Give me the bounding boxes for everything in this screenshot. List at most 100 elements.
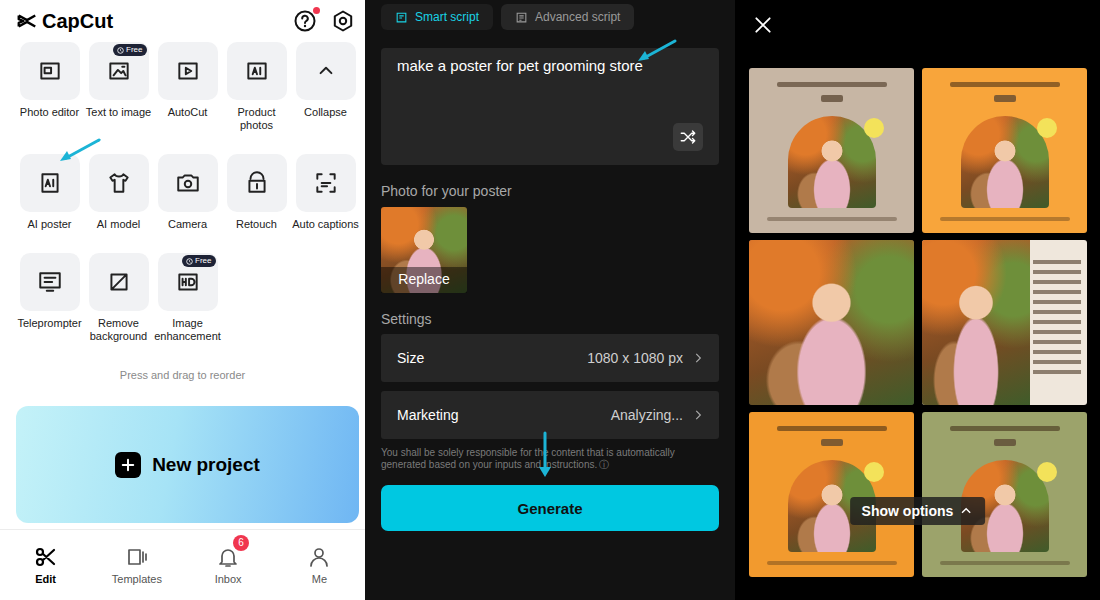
- poster-text-column: [1033, 260, 1081, 380]
- bottom-nav: Edit Templates 6Inbox Me: [0, 529, 365, 600]
- tool-item[interactable]: Retouch: [222, 154, 291, 231]
- tool-item[interactable]: FreeImage enhancement: [153, 253, 222, 343]
- capcut-logo-icon: [16, 10, 38, 32]
- setting-row[interactable]: MarketingAnalyzing...: [381, 391, 719, 439]
- tool-label: AutoCut: [153, 106, 222, 119]
- poster-title-bar: [950, 82, 1060, 87]
- tool-item[interactable]: Camera: [153, 154, 222, 231]
- nav-item[interactable]: Templates: [102, 545, 172, 585]
- tool-tile[interactable]: [20, 253, 80, 311]
- script-tab[interactable]: Advanced script: [501, 4, 634, 30]
- tool-item[interactable]: Teleprompter: [15, 253, 84, 343]
- photo-label: Photo for your poster: [381, 183, 719, 200]
- poster-thumbnail[interactable]: [922, 68, 1087, 233]
- tool-label: Retouch: [222, 218, 291, 231]
- nav-item[interactable]: Me: [284, 545, 354, 585]
- poster-thumbnail[interactable]: [749, 412, 914, 577]
- poster-footer-bar: [767, 561, 897, 565]
- text-to-image-icon: [106, 58, 132, 84]
- tool-tile[interactable]: [20, 154, 80, 212]
- poster-thumbnail[interactable]: [922, 412, 1087, 577]
- nav-item[interactable]: 6Inbox: [193, 545, 263, 585]
- tool-item[interactable]: Product photos: [222, 42, 291, 132]
- person-icon: [307, 545, 331, 569]
- tab-label: Advanced script: [535, 10, 620, 24]
- gear-icon[interactable]: [331, 9, 355, 33]
- setting-row[interactable]: Size 1080 x 1080 px: [381, 334, 719, 382]
- tool-tile[interactable]: Free: [89, 42, 149, 100]
- setting-label: Size: [397, 350, 424, 366]
- nav-item[interactable]: Edit: [11, 545, 81, 585]
- tool-tile[interactable]: [158, 42, 218, 100]
- poster-footer-bar: [940, 217, 1070, 221]
- nav-icon-wrap: [307, 545, 331, 569]
- script-tab[interactable]: Smart script: [381, 4, 493, 30]
- autocut-icon: [175, 58, 201, 84]
- settings-list: Size 1080 x 1080 px MarketingAnalyzing...: [381, 334, 719, 439]
- chevron-right-icon: [691, 351, 705, 365]
- chevron-up-icon: [959, 504, 973, 518]
- photo-editor-icon: [37, 58, 63, 84]
- poster-thumbnail[interactable]: [922, 240, 1087, 405]
- poster-photo: [961, 116, 1049, 208]
- tool-tile[interactable]: [227, 154, 287, 212]
- tool-tile[interactable]: Free: [158, 253, 218, 311]
- tool-item[interactable]: Collapse: [291, 42, 360, 132]
- clock-icon: [186, 258, 193, 265]
- prompt-textarea[interactable]: make a poster for pet grooming store: [381, 48, 719, 165]
- poster-editor-panel: Smart script Advanced script make a poster…: [365, 0, 735, 600]
- shuffle-button[interactable]: [673, 123, 703, 151]
- tool-tile[interactable]: [296, 42, 356, 100]
- tool-label: AI poster: [15, 218, 84, 231]
- help-button[interactable]: [293, 9, 317, 33]
- generate-button[interactable]: Generate: [381, 485, 719, 531]
- tool-tile[interactable]: [89, 253, 149, 311]
- clock-icon: [117, 47, 124, 54]
- tool-item[interactable]: Photo editor: [15, 42, 84, 132]
- tool-tile[interactable]: [296, 154, 356, 212]
- new-project-button[interactable]: New project: [16, 406, 359, 523]
- setting-value-wrap: 1080 x 1080 px: [587, 350, 705, 366]
- nav-icon-wrap: 6: [216, 545, 240, 569]
- tool-item[interactable]: AI model: [84, 154, 153, 231]
- scissors-icon: [34, 545, 58, 569]
- poster-button-bar: [821, 95, 843, 102]
- poster-thumbnail[interactable]: [749, 68, 914, 233]
- setting-value: Analyzing...: [611, 407, 683, 423]
- script-icon: [515, 11, 528, 24]
- tool-item[interactable]: FreeText to image: [84, 42, 153, 132]
- templates-icon: [125, 545, 149, 569]
- tool-item[interactable]: Auto captions: [291, 154, 360, 231]
- tool-item[interactable]: AutoCut: [153, 42, 222, 132]
- poster-title-bar: [950, 426, 1060, 431]
- tool-label: Auto captions: [291, 218, 360, 231]
- tool-tile[interactable]: [89, 154, 149, 212]
- poster-sticker: [1037, 118, 1057, 138]
- header-actions: [293, 9, 355, 33]
- poster-photo[interactable]: Replace: [381, 207, 467, 293]
- tool-label: Remove background: [84, 317, 153, 343]
- tool-label: Teleprompter: [15, 317, 84, 330]
- replace-button[interactable]: Replace: [381, 267, 467, 293]
- notification-dot: [313, 7, 320, 14]
- new-project-label: New project: [152, 454, 260, 476]
- tool-item[interactable]: Remove background: [84, 253, 153, 343]
- poster-footer-bar: [940, 561, 1070, 565]
- badge-text: Free: [126, 45, 142, 55]
- poster-thumbnail[interactable]: [749, 240, 914, 405]
- plus-icon: [119, 456, 137, 474]
- close-icon[interactable]: [753, 15, 773, 35]
- nav-label: Me: [312, 573, 327, 585]
- tool-tile[interactable]: [158, 154, 218, 212]
- poster-sticker: [864, 462, 884, 482]
- ai-poster-icon: [37, 170, 63, 196]
- tool-tile[interactable]: [227, 42, 287, 100]
- nav-label: Edit: [35, 573, 56, 585]
- info-mark[interactable]: ⓘ: [599, 459, 609, 470]
- script-tabs: Smart script Advanced script: [381, 4, 719, 30]
- tool-tile[interactable]: [20, 42, 80, 100]
- tool-item[interactable]: AI poster: [15, 154, 84, 231]
- logo: CapCut: [16, 10, 113, 33]
- show-options-button[interactable]: Show options: [850, 497, 986, 525]
- arrow-to-prompt-icon: [638, 41, 675, 61]
